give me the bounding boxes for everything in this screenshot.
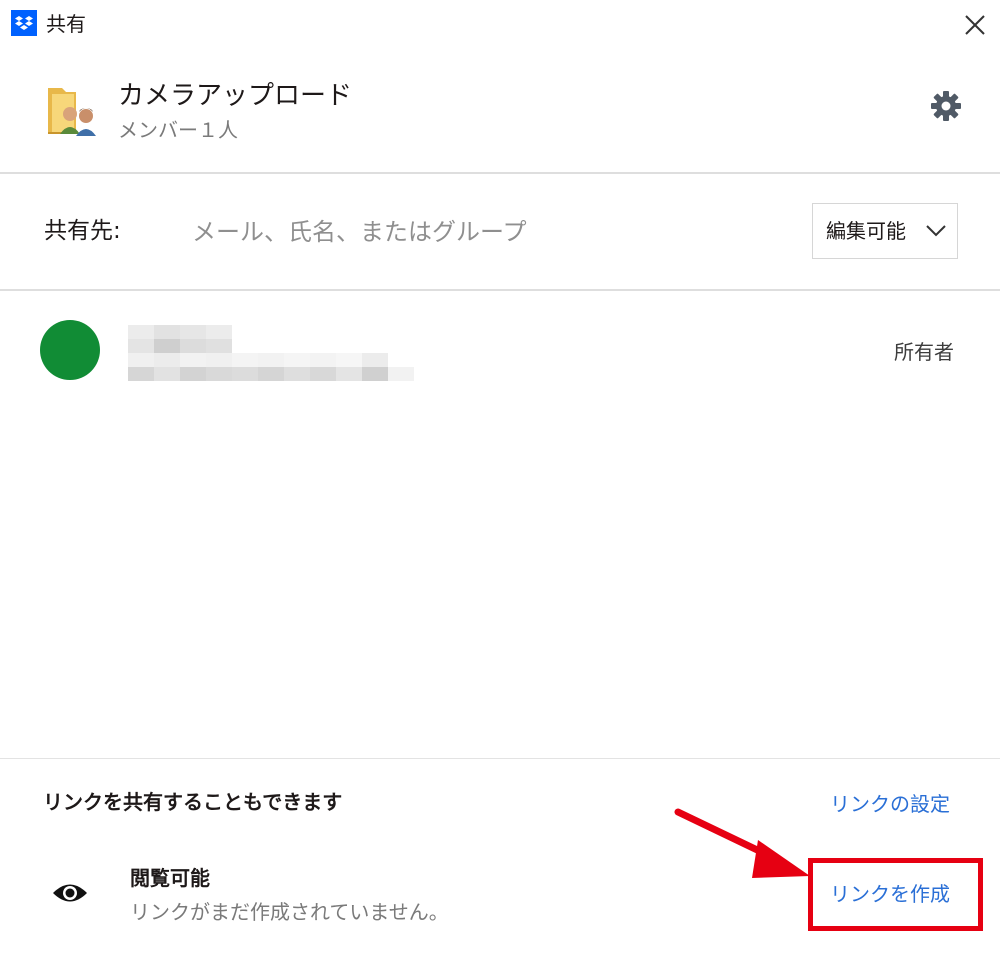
link-status-text: リンクがまだ作成されていません。 bbox=[130, 900, 449, 924]
folder-settings-button[interactable] bbox=[928, 88, 964, 124]
member-count: メンバー１人 bbox=[118, 118, 238, 142]
highlight-box bbox=[808, 858, 983, 931]
divider bbox=[0, 289, 1000, 291]
chevron-down-icon bbox=[926, 225, 946, 237]
divider bbox=[0, 172, 1000, 174]
folder-name: カメラアップロード bbox=[118, 81, 353, 111]
dropbox-logo-icon bbox=[11, 10, 37, 36]
avatar bbox=[40, 320, 100, 380]
link-settings-link[interactable]: リンクの設定 bbox=[830, 790, 950, 818]
link-access-title: 閲覧可能 bbox=[130, 866, 210, 890]
window-title: 共有 bbox=[46, 12, 86, 36]
member-role: 所有者 bbox=[894, 340, 954, 364]
close-icon bbox=[965, 15, 985, 35]
divider bbox=[0, 758, 1000, 759]
link-section-heading: リンクを共有することもできます bbox=[43, 790, 343, 814]
red-arrow-icon bbox=[670, 800, 820, 890]
eye-icon bbox=[52, 882, 88, 904]
share-with-label: 共有先: bbox=[44, 218, 121, 244]
member-name-obscured bbox=[128, 325, 414, 385]
share-recipient-input[interactable] bbox=[180, 208, 804, 256]
permission-label: 編集可能 bbox=[826, 219, 906, 243]
permission-dropdown[interactable]: 編集可能 bbox=[812, 203, 958, 259]
close-button[interactable] bbox=[958, 8, 990, 40]
gear-icon bbox=[931, 91, 961, 121]
shared-folder-icon bbox=[46, 82, 102, 138]
